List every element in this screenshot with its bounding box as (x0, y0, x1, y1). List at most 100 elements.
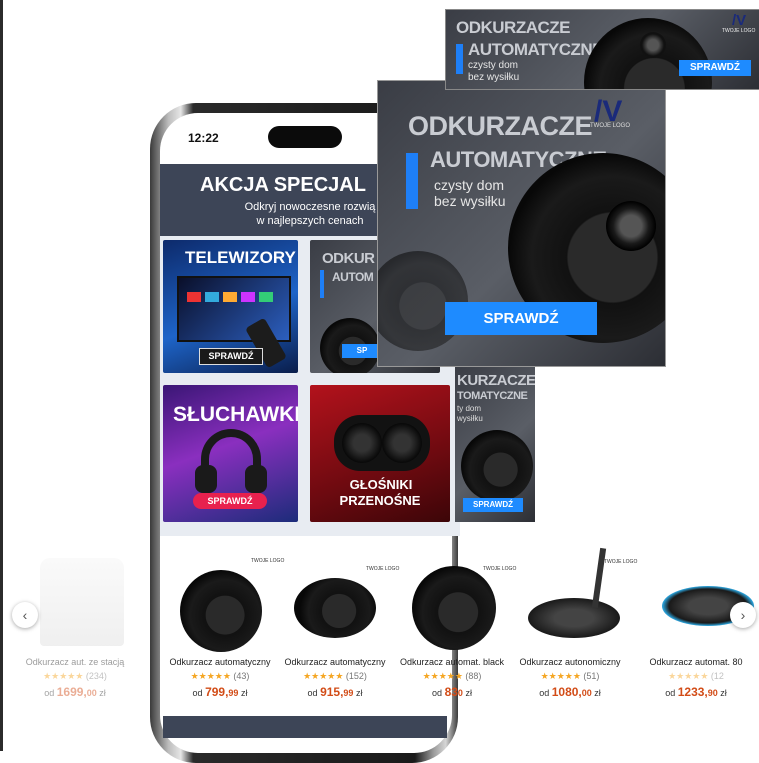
banner-large[interactable]: /V TWOJE LOGO ODKURZACZE AUTOMATYCZNE cz… (377, 80, 666, 367)
rating-count: (51) (583, 671, 600, 681)
product-price: od 1233,90 zł (636, 685, 756, 699)
carousel-next-button[interactable]: › (730, 602, 756, 628)
banner-top[interactable]: ODKURZACZE AUTOMATYCZNE czysty dom bez w… (445, 9, 759, 90)
tile-speakers[interactable]: GŁOŚNIKI PRZENOŚNE (310, 385, 450, 522)
rating-stars: ★★★★★ (43) (160, 671, 280, 682)
tile-robot-button[interactable]: SP (342, 344, 382, 358)
banner-top-title1: ODKURZACZE (456, 18, 571, 37)
product-handle (591, 547, 607, 609)
speaker-driver (382, 423, 422, 463)
price-main: 1080, (551, 685, 582, 699)
tv-screen-image (177, 276, 291, 342)
chevron-right-icon: › (740, 607, 746, 623)
banner-mid-tagline2: wysiłku (457, 414, 483, 423)
price-prefix: od (307, 688, 318, 698)
bottom-nav-bar (163, 716, 447, 738)
tv-app-icon (223, 292, 237, 302)
price-prefix: od (44, 688, 55, 698)
banner-mid-title2: TOMATYCZNE (457, 390, 528, 402)
price-cents: 00 (86, 688, 97, 698)
product-price: od 1080,00 zł (510, 685, 630, 699)
star-icons: ★★★★★ (190, 671, 231, 681)
banner-large-title1: ODKURZACZE (408, 111, 593, 141)
logo-icon: /V (732, 12, 747, 29)
rating-stars: ★★★★★ (152) (275, 671, 395, 682)
tv-app-icon (241, 292, 255, 302)
carousel-prev-button[interactable]: ‹ (12, 602, 38, 628)
tile-tv[interactable]: TELEWIZORY SPRAWDŹ (163, 240, 298, 373)
rating-count: (88) (465, 671, 482, 681)
robot-vacuum-image (461, 430, 533, 502)
product-price: od 915,99 zł (275, 685, 395, 699)
rating-stars: ★★★★★ (234) (15, 671, 135, 682)
speaker-image (334, 415, 430, 471)
headphone-cup (195, 465, 217, 493)
tile-headphones-button[interactable]: SPRAWDŹ (193, 493, 267, 509)
brand-logo: TWOJE LOGO (251, 558, 285, 564)
banner-top-title2: AUTOMATYCZNE (468, 40, 604, 59)
product-name: Odkurzacz aut. ze stacją (25, 657, 125, 667)
banner-top-button[interactable]: SPRAWDŹ (679, 60, 751, 76)
product-name: Odkurzacz automatyczny (284, 657, 386, 667)
price-prefix: od (539, 688, 550, 698)
tv-app-icon (187, 292, 201, 302)
product-price: od 799,99 zł (160, 685, 280, 699)
price-cents: 00 (581, 688, 592, 698)
price-cents: 90 (707, 688, 718, 698)
accent-bar (406, 153, 418, 209)
rating-count: (234) (85, 671, 107, 681)
star-icons: ★★★★★ (540, 671, 581, 681)
banner-mid[interactable]: KURZACZE TOMATYCZNE ty dom wysiłku SPRAW… (455, 366, 535, 522)
banner-top-tagline2: bez wysiłku (468, 72, 520, 83)
tile-robot-label2: AUTOM (332, 270, 374, 284)
banner-mid-button[interactable]: SPRAWDŹ (463, 498, 523, 512)
speaker-driver (342, 423, 382, 463)
product-image[interactable] (528, 598, 620, 638)
banner-large-logo-text: TWOJE LOGO (590, 123, 631, 129)
rating-stars: ★★★★★ (51) (510, 671, 630, 682)
currency: zł (355, 688, 363, 698)
tile-headphones-label: SŁUCHAWKI (173, 403, 298, 426)
product-image[interactable] (40, 558, 124, 646)
currency: zł (99, 688, 106, 698)
currency: zł (240, 688, 248, 698)
banner-mid-tagline1: ty dom (457, 404, 482, 413)
price-cents: 0 (457, 688, 463, 698)
banner-top-logo-text: TWOJE LOGO (722, 28, 756, 34)
brand-logo: TWOJE LOGO (366, 566, 400, 572)
product-image[interactable] (412, 566, 496, 650)
currency: zł (720, 688, 727, 698)
tv-app-icon (205, 292, 219, 302)
lidar-sensor (606, 201, 656, 251)
product-image[interactable] (180, 570, 262, 652)
banner-mid-title1: KURZACZE (457, 372, 535, 389)
price-main: 1233, (677, 685, 708, 699)
banner-large-tagline2: bez wysiłku (434, 193, 506, 209)
currency: zł (465, 688, 472, 698)
lidar-sensor (640, 32, 666, 58)
robot-vacuum-image (378, 251, 468, 351)
brand-logo: TWOJE LOGO (604, 559, 638, 565)
price-main: 799, (205, 685, 229, 699)
banner-large-button[interactable]: SPRAWDŹ (445, 302, 597, 335)
product-image[interactable] (294, 578, 376, 638)
price-cents: 99 (228, 688, 239, 698)
tile-headphones[interactable]: SŁUCHAWKI SPRAWDŹ (163, 385, 298, 522)
tile-tv-button[interactable]: SPRAWDŹ (199, 348, 263, 365)
star-icons: ★★★★★ (303, 671, 344, 681)
status-time: 12:22 (188, 131, 219, 145)
rating-stars: ★★★★★ (12 (636, 671, 756, 682)
price-main: 915, (320, 685, 344, 699)
tile-speakers-label1: GŁOŚNIKI (349, 477, 413, 492)
brand-logo: TWOJE LOGO (483, 566, 517, 572)
tile-speakers-label2: PRZENOŚNE (339, 493, 421, 508)
rating-count: (12 (710, 671, 724, 681)
chevron-left-icon: ‹ (22, 607, 28, 623)
product-name: Odkurzacz automatyczny (169, 657, 271, 667)
dynamic-island (268, 126, 342, 148)
currency: zł (594, 688, 601, 698)
price-prefix: od (665, 688, 676, 698)
product-price: od 1699,00 zł (15, 685, 135, 699)
accent-bar (456, 44, 463, 74)
star-icons: ★★★★★ (422, 671, 463, 681)
